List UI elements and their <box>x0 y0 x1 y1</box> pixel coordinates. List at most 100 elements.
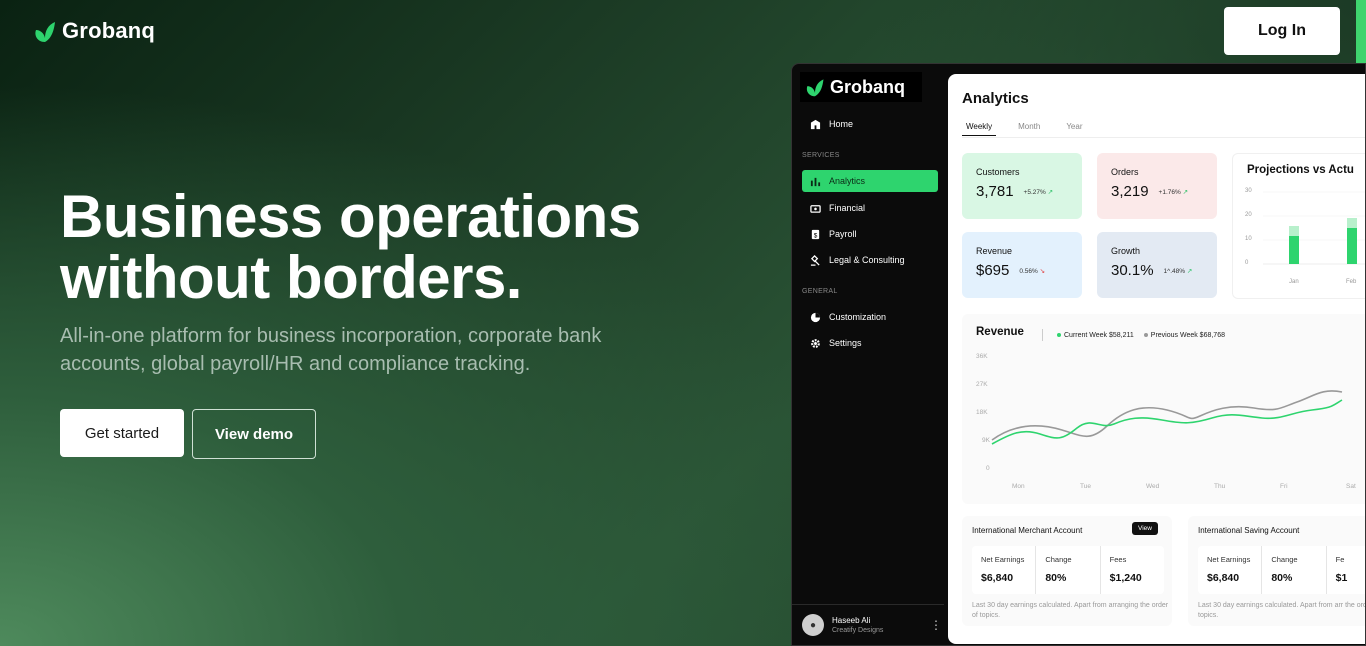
card-label: Growth <box>1111 246 1141 256</box>
sidebar-item-label: Analytics <box>829 176 866 186</box>
hero-title-line1: Business operations <box>60 183 641 250</box>
sidebar-item-payroll[interactable]: $ Payroll <box>802 223 938 245</box>
trend-up-icon: ↗ <box>1182 188 1189 196</box>
card-change: +5.27% <box>1023 188 1046 196</box>
stat-card-growth[interactable]: Growth 30.1% 1^.48% ↗ <box>1097 232 1217 298</box>
hero-subtitle-line1: All-in-one platform for business incorpo… <box>60 325 602 347</box>
trend-up-icon: ↗ <box>1047 188 1054 196</box>
leaf-logo-icon <box>35 22 55 42</box>
page-title: Analytics <box>962 90 1029 107</box>
tab-month[interactable]: Month <box>1014 122 1044 136</box>
card-change: 0.56% <box>1019 267 1038 275</box>
sidebar-item-label: Customization <box>829 312 887 322</box>
x-tick: Jan <box>1289 279 1299 285</box>
saving-account-card[interactable]: International Saving Account Net Earning… <box>1188 516 1366 626</box>
x-tick: Wed <box>1146 483 1160 490</box>
dollar-doc-icon: $ <box>811 229 820 239</box>
sidebar-item-label: Home <box>829 119 854 129</box>
y-tick: 0 <box>1245 260 1249 266</box>
card-label: Orders <box>1111 167 1139 177</box>
x-tick: Fri <box>1280 483 1288 490</box>
svg-text:$: $ <box>814 232 818 239</box>
trend-down-icon: ↘ <box>1039 267 1046 275</box>
view-demo-button[interactable]: View demo <box>192 409 316 459</box>
x-tick: Mon <box>1012 483 1025 490</box>
sidebar-item-settings[interactable]: Settings <box>802 332 938 354</box>
get-started-button[interactable]: Get started <box>60 409 184 457</box>
sidebar-item-home[interactable]: Home <box>802 113 938 135</box>
card-label: Revenue <box>976 246 1013 256</box>
revenue-chart: Revenue Current Week $58,211 Previous We… <box>962 314 1365 504</box>
account-note: Last 30 day earnings calculated. Apart f… <box>1198 602 1366 619</box>
revenue-lines: 36K 27K 18K 9K 0 Mon Tue Wed Thu Fri Sat <box>976 353 1356 490</box>
stat-net-earnings: Net Earnings $6,840 <box>981 555 1025 584</box>
tab-weekly[interactable]: Weekly <box>962 122 997 136</box>
card-change: 1^.48% <box>1163 267 1186 275</box>
y-tick: 30 <box>1245 188 1252 194</box>
card-change: +1.76% <box>1158 188 1181 196</box>
y-tick: 10 <box>1245 236 1252 242</box>
user-company: Creatify Designs <box>832 627 884 634</box>
login-button[interactable]: Log In <box>1224 7 1340 55</box>
scrollbar-thumb[interactable] <box>1356 0 1366 72</box>
hero-subtitle: All-in-one platform for business incorpo… <box>60 322 700 378</box>
stat-change: Change 80% <box>1261 546 1325 594</box>
view-button[interactable]: View <box>1132 522 1158 535</box>
brand-name: Grobanq <box>62 18 156 43</box>
sidebar-item-analytics[interactable]: Analytics <box>802 170 938 192</box>
stat-card-revenue[interactable]: Revenue $695 0.56% ↘ <box>962 232 1082 298</box>
hero-title: Business operations without borders. <box>60 186 760 308</box>
period-tabs: Weekly Month Year <box>962 122 1087 136</box>
y-tick: 0 <box>986 465 990 472</box>
sidebar-item-label: Payroll <box>829 229 857 239</box>
sidebar-item-label: Financial <box>829 203 866 213</box>
leaf-logo-icon <box>806 79 824 97</box>
card-value: 30.1% <box>1111 262 1154 279</box>
tabs-divider <box>962 137 1365 138</box>
projections-chart: Projections vs Actu 30 20 10 0 Jan Feb <box>1232 153 1365 299</box>
stat-change: Change 80% <box>1035 546 1099 594</box>
y-tick: 18K <box>976 409 988 416</box>
x-tick: Tue <box>1080 483 1091 490</box>
card-value: 3,219 <box>1111 183 1149 200</box>
card-value: $695 <box>976 262 1010 279</box>
x-tick: Thu <box>1214 483 1226 490</box>
stat-card-customers[interactable]: Customers 3,781 +5.27% ↗ <box>962 153 1082 219</box>
card-label: Customers <box>976 167 1020 177</box>
account-stats: Net Earnings $6,840 Change 80% Fe $1 <box>1198 546 1365 594</box>
merchant-account-card[interactable]: International Merchant Account View Net … <box>962 516 1172 626</box>
stat-fees: Fees $1,240 <box>1099 546 1164 594</box>
analytics-panel: Analytics Weekly Month Year Customers 3,… <box>948 74 1366 644</box>
projections-bars: 30 20 10 0 Jan Feb <box>1245 188 1365 285</box>
pie-icon <box>810 312 821 322</box>
home-icon <box>810 119 821 129</box>
sidebar-item-label: Settings <box>829 338 862 348</box>
account-stats: Net Earnings $6,840 Change 80% Fees $1,240 <box>972 546 1164 594</box>
x-tick: Feb <box>1346 279 1357 285</box>
y-tick: 20 <box>1245 212 1252 218</box>
brand-logo[interactable]: Grobanq <box>32 18 155 44</box>
sidebar-item-label: Legal & Consulting <box>829 255 905 265</box>
services-section-label: SERVICES <box>802 152 840 159</box>
account-title: International Merchant Account <box>972 526 1083 535</box>
user-name: Haseeb Ali <box>832 616 871 625</box>
stat-card-orders[interactable]: Orders 3,219 +1.76% ↗ <box>1097 153 1217 219</box>
gear-icon <box>811 338 820 348</box>
bar-chart-icon <box>810 177 821 186</box>
sidebar-divider <box>792 604 944 605</box>
gavel-icon <box>810 254 820 266</box>
sidebar-item-financial[interactable]: Financial <box>802 197 938 219</box>
stat-net-earnings: Net Earnings $6,840 <box>1207 555 1251 584</box>
account-note: Last 30 day earnings calculated. Apart f… <box>972 602 1169 619</box>
general-section-label: GENERAL <box>802 288 838 295</box>
tab-year[interactable]: Year <box>1062 122 1086 136</box>
avatar: ● <box>802 614 824 636</box>
sidebar-item-legal[interactable]: Legal & Consulting <box>802 249 938 271</box>
more-options-icon[interactable]: ⋮ <box>930 618 942 632</box>
bar-actual <box>1347 228 1357 264</box>
dashboard-preview: Grobanq Home SERVICES Analytics Financia… <box>791 63 1366 646</box>
sidebar-item-customization[interactable]: Customization <box>802 306 938 328</box>
series-current <box>991 399 1343 445</box>
x-tick: Sat <box>1346 483 1356 490</box>
user-profile[interactable]: ● Haseeb Ali Creatify Designs ⋮ <box>802 614 942 636</box>
